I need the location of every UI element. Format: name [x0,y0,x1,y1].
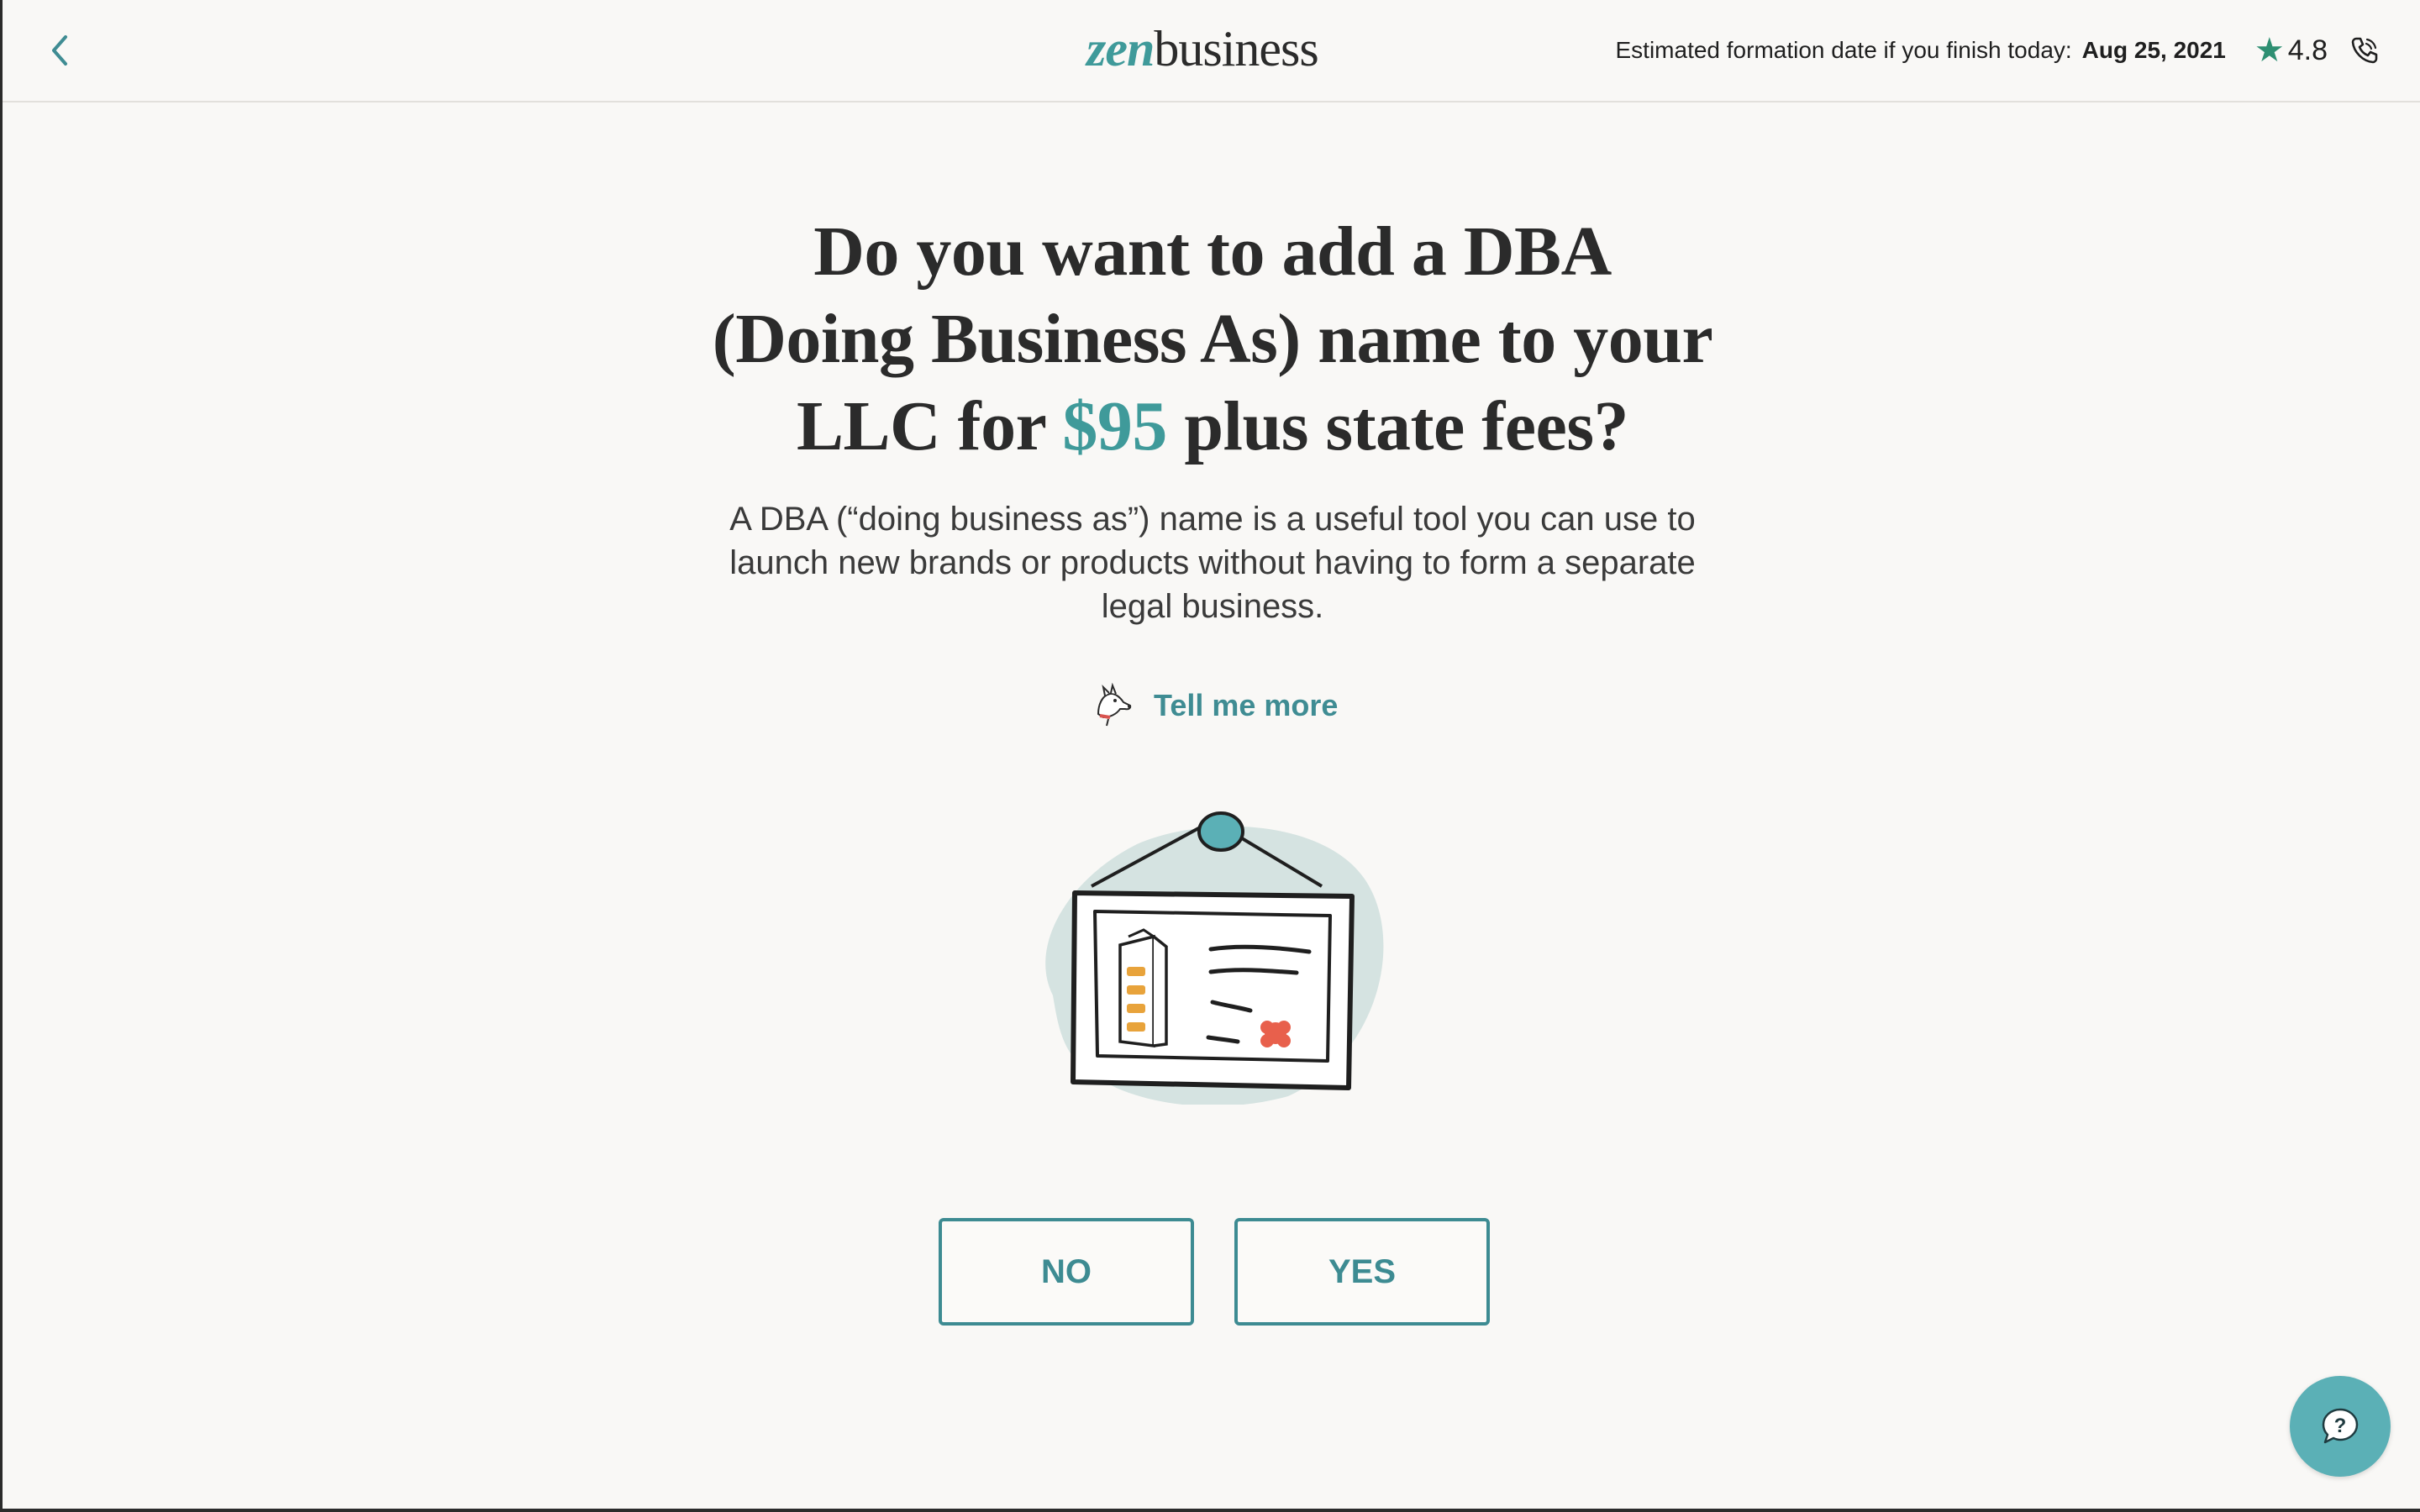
tell-me-more-label: Tell me more [1154,688,1339,722]
rating[interactable]: ★ 4.8 [2254,31,2328,70]
header: zen business Estimated formation date if… [3,0,2420,102]
svg-text:?: ? [2334,1415,2347,1437]
phone-button[interactable] [2348,34,2381,67]
back-button[interactable] [43,29,76,72]
yes-button[interactable]: YES [1234,1218,1490,1326]
logo-zen: zen [1086,21,1155,76]
logo-business: business [1154,21,1318,76]
dba-description: A DBA (“doing business as”) name is a us… [729,501,1696,625]
certificate-illustration [1011,802,1414,1106]
tell-me-more-link[interactable]: Tell me more [1086,680,1338,731]
headline-text-2: plus state fees? [1166,387,1629,465]
chat-help-icon: ? [2322,1408,2359,1444]
estimate-date: Aug 25, 2021 [2081,37,2226,63]
headline-price: $95 [1062,387,1167,465]
zenbusiness-logo[interactable]: zen business [1086,20,1319,81]
chevron-left-icon [52,35,67,66]
estimate-label: Estimated formation date if you finish t… [1615,37,2072,63]
header-info: Estimated formation date if you finish t… [1616,25,2382,76]
page: zen business Estimated formation date if… [0,0,2420,1512]
star-icon: ★ [2254,32,2285,69]
rating-value: 4.8 [2287,34,2328,66]
page-title: Do you want to add a DBA (Doing Business… [708,208,1717,470]
phone-icon [2351,37,2378,64]
help-chat-button[interactable]: ? [2290,1376,2391,1477]
dog-mascot-icon [1086,680,1137,731]
no-button[interactable]: NO [939,1218,1194,1326]
